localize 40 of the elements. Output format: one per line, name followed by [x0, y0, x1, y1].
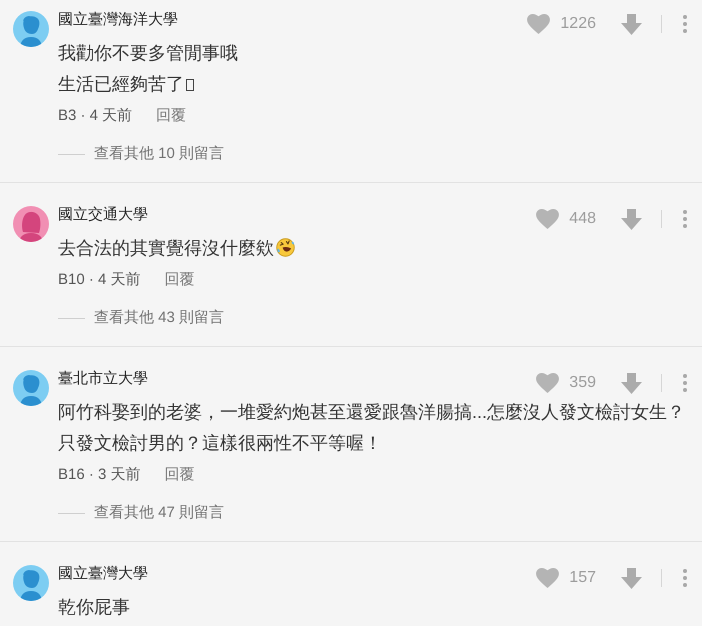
avatar-icon [13, 565, 49, 601]
view-replies-link[interactable]: 查看其他 47 則留言 [94, 503, 224, 523]
comment-text: 阿竹科娶到的老婆，一堆愛約炮甚至還愛跟魯洋腸搞...怎麼沒人發文檢討女生？只發文檢討男的？這樣很兩性不平等喔！ [58, 402, 686, 453]
heart-icon[interactable] [536, 568, 560, 588]
like-count: 448 [569, 210, 596, 228]
comment-text: 乾你屁事 [58, 597, 130, 617]
like-count: 359 [569, 374, 596, 392]
comment-text: 我勸你不要多管閒事哦 [58, 43, 238, 63]
comment-text: 去合法的其實覺得沒什麼欸 [58, 238, 274, 258]
reply-button[interactable]: 回覆 [156, 106, 186, 126]
kebab-menu-icon[interactable] [683, 210, 687, 228]
heart-icon[interactable] [527, 14, 550, 34]
down-arrow-icon[interactable] [621, 568, 642, 588]
down-arrow-icon[interactable] [621, 14, 642, 34]
heart-icon[interactable] [536, 209, 560, 229]
floor-and-time: B10 · 4 天前 [58, 270, 141, 290]
kebab-menu-icon[interactable] [683, 15, 687, 33]
reply-button[interactable]: 回覆 [164, 270, 195, 290]
author-name: 國立臺灣大學 [58, 564, 148, 584]
author-name: 國立交通大學 [58, 205, 148, 225]
avatar-icon [13, 11, 49, 47]
author-name: 臺北市立大學 [58, 369, 148, 389]
down-arrow-icon[interactable] [621, 372, 642, 394]
view-replies-link[interactable]: 查看其他 10 則留言 [94, 144, 224, 164]
reply-button[interactable]: 回覆 [164, 465, 195, 485]
laughing-face-icon [276, 238, 295, 257]
down-arrow-icon[interactable] [621, 208, 642, 230]
avatar-icon [13, 206, 49, 242]
missing-glyph-icon [186, 79, 194, 91]
like-count: 1226 [560, 15, 596, 33]
floor-and-time: B16 · 3 天前 [58, 465, 141, 485]
author-name: 國立臺灣海洋大學 [58, 10, 178, 30]
kebab-menu-icon[interactable] [683, 374, 687, 392]
avatar-icon [13, 370, 49, 406]
heart-icon[interactable] [536, 373, 560, 393]
like-count: 157 [569, 569, 596, 587]
kebab-menu-icon[interactable] [683, 569, 687, 587]
view-replies-link[interactable]: 查看其他 43 則留言 [94, 308, 224, 328]
floor-and-time: B3 · 4 天前 [58, 106, 132, 126]
comment-text: 生活已經夠苦了 [58, 74, 184, 94]
